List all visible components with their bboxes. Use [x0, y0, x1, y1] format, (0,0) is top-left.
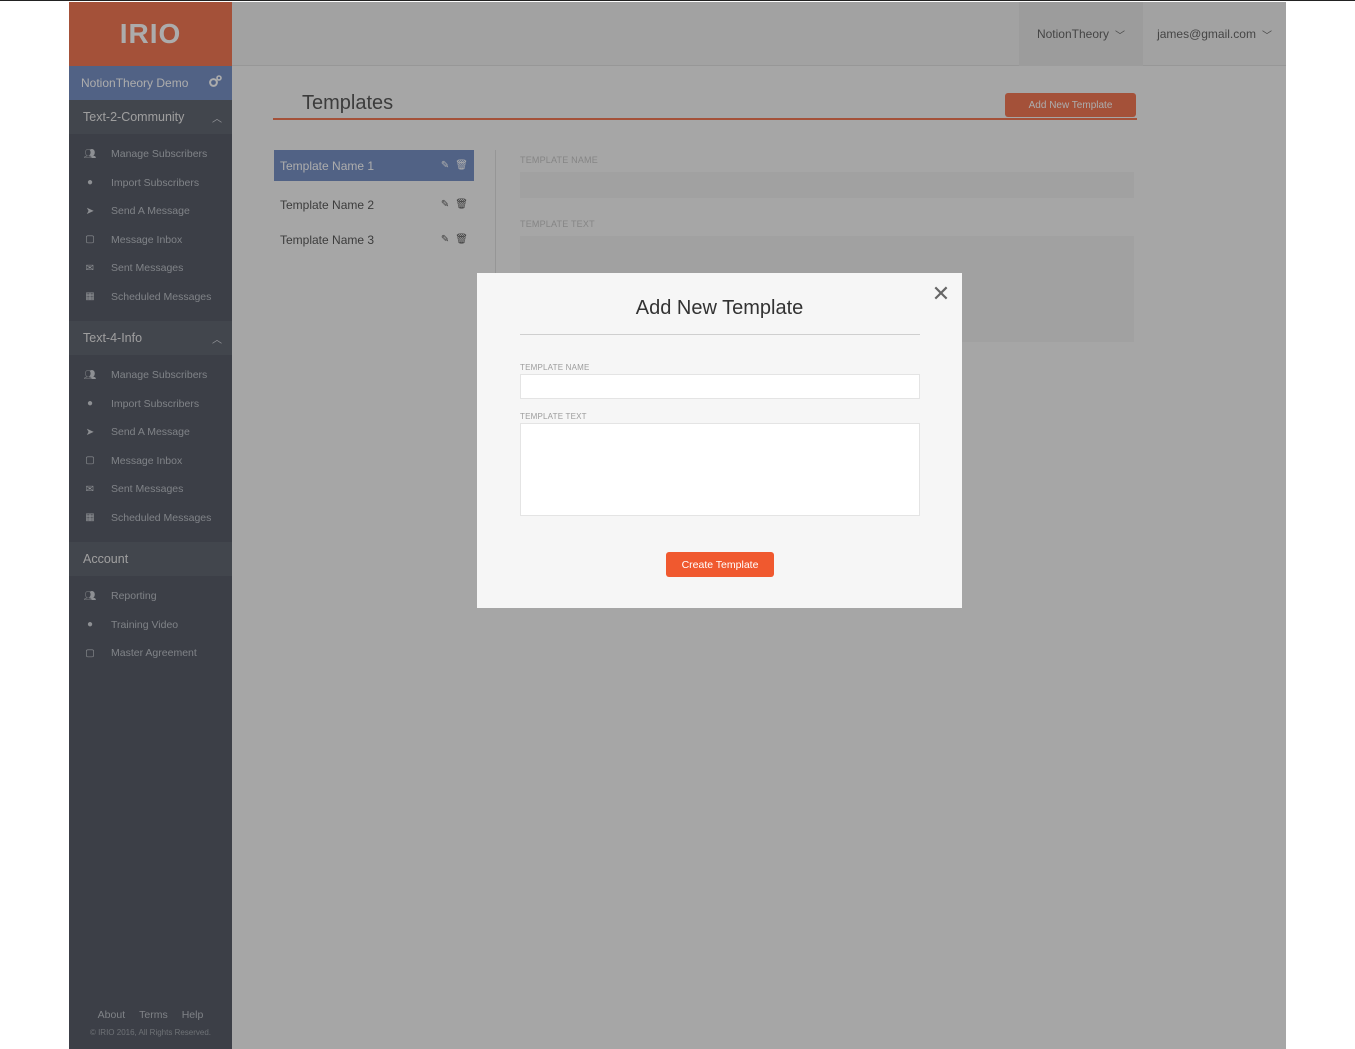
top-border	[0, 0, 1355, 1]
template-name-label: TEMPLATE NAME	[520, 363, 590, 372]
app-window: IRIO NotionTheory Demo Text-2-Community …	[69, 2, 1286, 1049]
template-text-input[interactable]	[520, 423, 920, 516]
template-name-input[interactable]	[520, 374, 920, 399]
template-text-label: TEMPLATE TEXT	[520, 412, 587, 421]
create-template-button[interactable]: Create Template	[666, 552, 774, 577]
modal-divider	[520, 334, 920, 335]
add-template-modal: ✕ Add New Template TEMPLATE NAME TEMPLAT…	[477, 273, 962, 608]
modal-title: Add New Template	[635, 297, 804, 319]
